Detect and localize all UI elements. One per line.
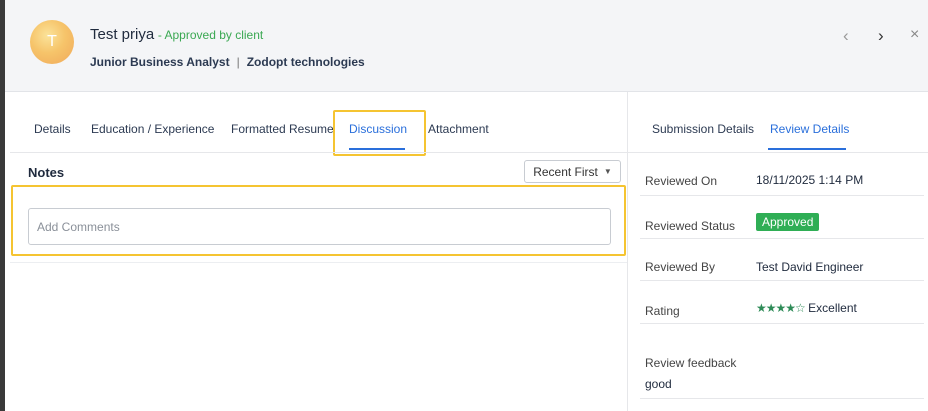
row-divider bbox=[640, 398, 924, 399]
avatar-initial: T bbox=[47, 33, 57, 50]
reviewed-on-value: 18/11/2025 1:14 PM bbox=[756, 173, 864, 187]
candidate-company: Zodopt technologies bbox=[246, 55, 365, 69]
review-feedback-label: Review feedback bbox=[645, 356, 737, 370]
tab-formatted-resume[interactable]: Formatted Resume bbox=[231, 122, 334, 136]
caret-down-icon: ▼ bbox=[603, 167, 612, 176]
tab-review-details[interactable]: Review Details bbox=[770, 122, 849, 136]
reviewed-on-label: Reviewed On bbox=[645, 174, 718, 188]
rating-value: ★★★★☆ Excellent bbox=[756, 301, 857, 315]
review-tab-indicator bbox=[768, 148, 846, 150]
candidate-role: Junior Business Analyst bbox=[90, 55, 230, 69]
candidate-subtitle: Junior Business Analyst | Zodopt technolog… bbox=[90, 55, 365, 69]
close-icon[interactable]: × bbox=[910, 27, 919, 43]
tab-education-experience[interactable]: Education / Experience bbox=[91, 122, 214, 136]
tab-bar-divider bbox=[10, 152, 627, 153]
status-badge: Approved bbox=[756, 213, 820, 231]
review-feedback-value: good bbox=[645, 377, 672, 391]
reviewed-status-label: Reviewed Status bbox=[645, 219, 736, 233]
candidate-name: Test priya bbox=[90, 26, 155, 43]
rating-label: Rating bbox=[645, 304, 680, 318]
rating-text: Excellent bbox=[808, 301, 857, 315]
reviewed-by-label: Reviewed By bbox=[645, 260, 716, 274]
chevron-right-icon[interactable]: › bbox=[878, 27, 884, 44]
row-divider bbox=[640, 238, 924, 239]
row-divider bbox=[640, 323, 924, 324]
review-tab-bar-divider bbox=[628, 152, 928, 153]
review-panel: Submission Details Review Details Review… bbox=[628, 92, 928, 411]
reviewed-by-value: Test David Engineer bbox=[756, 260, 864, 274]
active-tab-indicator bbox=[349, 148, 405, 150]
chevron-left-icon[interactable]: ‹ bbox=[843, 27, 849, 44]
comment-area-divider bbox=[10, 262, 627, 263]
candidate-details-panel: Details Education / Experience Formatted… bbox=[10, 92, 627, 411]
row-divider bbox=[640, 195, 924, 196]
add-comments-input[interactable] bbox=[28, 208, 611, 245]
candidate-status: - Approved by client bbox=[157, 28, 264, 42]
sort-order-label: Recent First bbox=[533, 164, 598, 179]
sort-order-select[interactable]: Recent First ▼ bbox=[524, 160, 621, 183]
candidate-title-line: Test priya - Approved by client bbox=[90, 26, 263, 43]
tab-attachment[interactable]: Attachment bbox=[428, 122, 489, 136]
tab-submission-details[interactable]: Submission Details bbox=[652, 122, 754, 136]
subtitle-separator: | bbox=[236, 55, 240, 69]
tab-details[interactable]: Details bbox=[34, 122, 71, 136]
tab-discussion[interactable]: Discussion bbox=[349, 122, 407, 136]
avatar: T bbox=[30, 20, 74, 64]
row-divider bbox=[640, 280, 924, 281]
candidate-header: T Test priya - Approved by client Junior… bbox=[5, 0, 928, 92]
star-rating-icon: ★★★★☆ bbox=[756, 301, 806, 315]
notes-title: Notes bbox=[28, 165, 65, 180]
